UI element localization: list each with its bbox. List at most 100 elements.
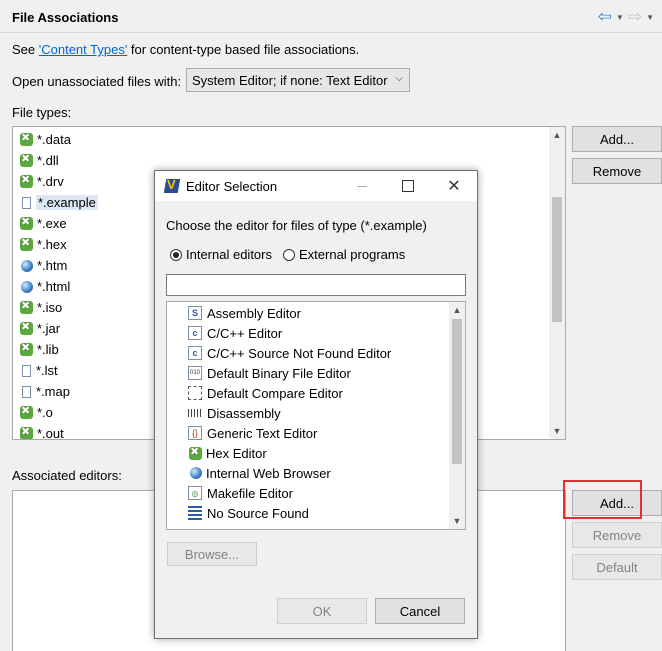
hex-icon: [188, 445, 203, 461]
file-type-label: *.lib: [37, 342, 59, 357]
list-item[interactable]: Disassembly: [188, 403, 281, 423]
list-item[interactable]: *.html: [19, 276, 70, 297]
hex-icon: [19, 131, 34, 147]
lines-icon: [188, 506, 202, 520]
list-item[interactable]: No Source Found: [188, 503, 309, 523]
cancel-button[interactable]: Cancel: [375, 598, 465, 624]
hex-icon: [19, 236, 34, 252]
list-item[interactable]: *.map: [19, 381, 70, 402]
open-unassociated-label: Open unassociated files with:: [12, 74, 182, 89]
editor-label: No Source Found: [207, 505, 309, 521]
list-item[interactable]: Internal Web Browser: [188, 463, 331, 483]
scroll-down-icon[interactable]: ▼: [549, 423, 565, 439]
file-type-label: *.exe: [37, 216, 67, 231]
ok-button: OK: [277, 598, 367, 624]
dialog-title-bar[interactable]: Editor Selection ✕: [155, 171, 477, 201]
maximize-button[interactable]: [385, 171, 431, 201]
scroll-thumb[interactable]: [452, 319, 462, 464]
list-item[interactable]: *.jar: [19, 318, 60, 339]
makefile-icon: ◎: [188, 486, 202, 500]
hex-icon: [19, 320, 34, 336]
list-item[interactable]: *.example: [19, 192, 98, 213]
editor-label: Hex Editor: [206, 445, 267, 461]
open-unassociated-select[interactable]: System Editor; if none: Text Editor ⌵: [186, 68, 410, 92]
associated-editors-label: Associated editors:: [12, 468, 122, 483]
file-type-label: *.iso: [37, 300, 63, 315]
scroll-thumb[interactable]: [552, 197, 562, 322]
list-item[interactable]: *.lst: [19, 360, 58, 381]
c-file-icon: c: [188, 326, 202, 340]
file-type-label: *.data: [37, 132, 71, 147]
scroll-up-icon[interactable]: ▲: [449, 302, 465, 318]
editor-label: Internal Web Browser: [206, 465, 331, 481]
app-logo-icon: [164, 177, 180, 194]
list-item[interactable]: *.data: [19, 129, 71, 150]
page-title: File Associations: [12, 10, 119, 25]
list-item[interactable]: *.out: [19, 423, 64, 440]
editors-list[interactable]: ▲ ▼ S Assembly Editor c C/C++ Editor c C/C++ …: [166, 301, 466, 530]
hex-icon: [19, 299, 34, 315]
globe-icon: [21, 259, 33, 272]
file-icon: [22, 196, 31, 209]
list-item[interactable]: Hex Editor: [188, 443, 267, 463]
editor-label: Default Binary File Editor: [207, 365, 351, 381]
nav-controls: ⇦ ▼ ⇨ ▼: [598, 7, 654, 26]
list-item[interactable]: *.o: [19, 402, 53, 423]
close-button[interactable]: ✕: [431, 171, 477, 201]
disassembly-icon: [188, 409, 202, 417]
list-item[interactable]: *.hex: [19, 234, 67, 255]
list-item[interactable]: c C/C++ Editor: [188, 323, 282, 343]
list-item[interactable]: Default Compare Editor: [188, 383, 343, 403]
list-item[interactable]: {} Generic Text Editor: [188, 423, 317, 443]
dialog-title: Editor Selection: [186, 178, 278, 194]
file-icon: [22, 385, 31, 398]
minimize-button: [339, 171, 385, 201]
editor-filter-input[interactable]: [166, 274, 466, 296]
close-icon: ✕: [447, 178, 461, 195]
editor-label: Default Compare Editor: [207, 385, 343, 401]
editors-scrollbar[interactable]: ▲ ▼: [449, 302, 465, 529]
list-item[interactable]: S Assembly Editor: [188, 303, 301, 323]
compare-icon: [188, 386, 202, 400]
intro-text: See 'Content Types' for content-type bas…: [12, 42, 360, 57]
scroll-up-icon[interactable]: ▲: [549, 127, 565, 143]
file-type-label: *.html: [37, 279, 71, 294]
editor-label: C/C++ Source Not Found Editor: [207, 345, 392, 361]
list-item[interactable]: *.drv: [19, 171, 64, 192]
maximize-icon: [402, 180, 414, 192]
editor-label: Disassembly: [207, 405, 281, 421]
file-type-label: *.htm: [37, 258, 68, 273]
radio-selected-icon: [170, 248, 182, 261]
radio-internal-editors[interactable]: Internal editors: [170, 247, 272, 262]
file-type-remove-button[interactable]: Remove: [572, 158, 662, 184]
dialog-instruction: Choose the editor for files of type (*.e…: [166, 218, 427, 233]
browse-button: Browse...: [167, 542, 257, 566]
editor-label: Makefile Editor: [207, 485, 293, 501]
content-types-link[interactable]: 'Content Types': [39, 42, 128, 57]
arrow-left-icon[interactable]: ⇦: [598, 8, 612, 25]
radio-external-programs[interactable]: External programs: [283, 247, 405, 262]
list-item[interactable]: *.dll: [19, 150, 59, 171]
editor-remove-button: Remove: [572, 522, 662, 548]
globe-icon: [190, 467, 202, 479]
file-icon: [22, 364, 31, 377]
list-item[interactable]: ◎ Makefile Editor: [188, 483, 293, 503]
minimize-icon: [357, 185, 367, 187]
scroll-down-icon[interactable]: ▼: [449, 513, 465, 529]
chevron-down-icon[interactable]: ▼: [616, 13, 624, 22]
file-type-label: *.hex: [37, 237, 67, 252]
file-type-add-button[interactable]: Add...: [572, 126, 662, 152]
hex-icon: [19, 152, 34, 168]
list-item[interactable]: *.lib: [19, 339, 59, 360]
editor-label: Assembly Editor: [207, 305, 301, 321]
list-item[interactable]: *.exe: [19, 213, 67, 234]
file-type-label: *.out: [37, 426, 64, 440]
file-type-label: *.dll: [37, 153, 59, 168]
list-item[interactable]: *.iso: [19, 297, 62, 318]
list-item[interactable]: *.htm: [19, 255, 67, 276]
list-item[interactable]: c C/C++ Source Not Found Editor: [188, 343, 391, 363]
file-type-label: *.example: [36, 195, 98, 210]
file-types-scrollbar[interactable]: ▲ ▼: [549, 127, 565, 439]
arrow-right-icon: ⇨: [627, 7, 643, 26]
list-item[interactable]: 010 Default Binary File Editor: [188, 363, 351, 383]
